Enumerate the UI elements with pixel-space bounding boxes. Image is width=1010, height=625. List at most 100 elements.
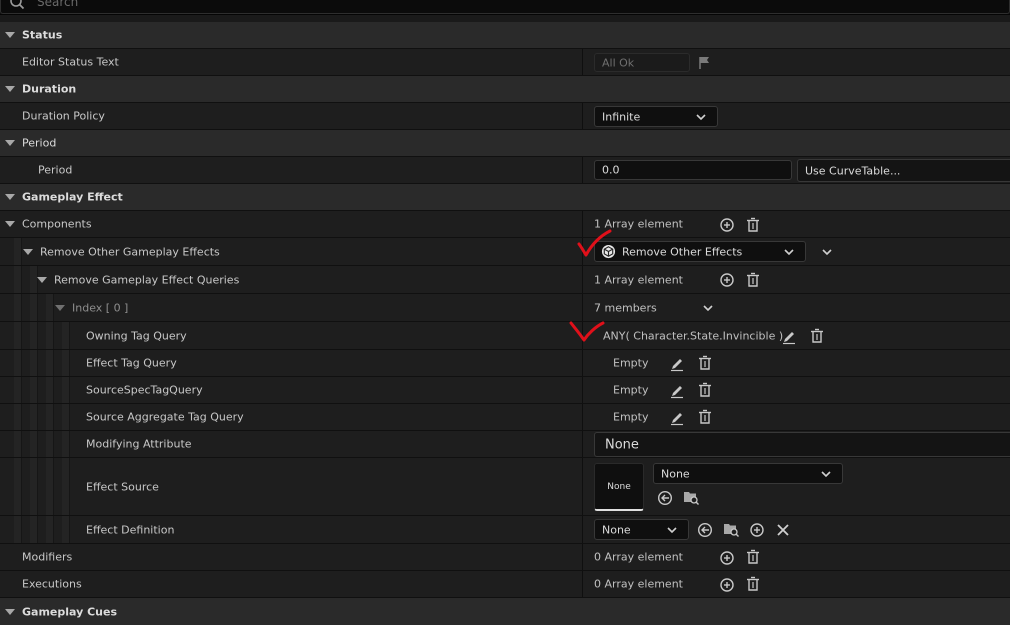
member-count: 7 members — [594, 301, 657, 314]
property-label: Period — [38, 163, 73, 177]
add-icon[interactable] — [719, 550, 735, 566]
property-label: Effect Definition — [86, 523, 175, 536]
effect-source-dropdown[interactable]: None — [653, 463, 843, 484]
component-class-dropdown[interactable]: Remove Other Effects — [594, 241, 806, 262]
category-gameplay-cues[interactable]: Gameplay Cues — [0, 598, 1010, 625]
row-effect-tag-query: Effect Tag Query Empty — [0, 350, 1010, 377]
expand-arrow-icon[interactable] — [37, 276, 47, 283]
duration-policy-dropdown[interactable]: Infinite — [594, 106, 718, 127]
trash-icon[interactable] — [697, 382, 713, 398]
tag-query-value[interactable]: ANY( Character.State.Invincible ) — [603, 329, 783, 342]
property-label: Duration Policy — [22, 109, 105, 123]
collapse-arrow-icon[interactable] — [5, 86, 15, 92]
asset-thumbnail[interactable]: None — [594, 463, 644, 511]
property-label: Effect Tag Query — [86, 356, 177, 370]
clear-icon[interactable] — [775, 522, 791, 538]
row-owning-tag-query: Owning Tag Query ANY( Character.State.In… — [0, 322, 1010, 350]
tag-query-value[interactable]: Empty — [613, 411, 648, 424]
trash-icon[interactable] — [745, 576, 761, 592]
chevron-down-icon — [784, 249, 794, 256]
row-components: Components 1 Array element — [0, 211, 1010, 238]
expand-arrow-icon[interactable] — [23, 248, 33, 255]
property-label: Components — [22, 217, 92, 231]
property-label: Remove Gameplay Effect Queries — [54, 273, 240, 286]
property-label: Executions — [22, 577, 82, 591]
array-count: 0 Array element — [594, 577, 683, 591]
row-remove-other-gameplay-effects: Remove Other Gameplay Effects Remove Oth… — [0, 238, 1010, 266]
search-bar: Search — [0, 0, 1010, 15]
collapse-arrow-icon[interactable] — [5, 140, 15, 146]
find-in-browser-icon[interactable] — [683, 489, 699, 505]
flag-icon[interactable] — [697, 55, 713, 71]
category-label: Status — [22, 28, 63, 42]
row-period: Period 0.0 Use CurveTable... — [0, 157, 1010, 184]
collapse-arrow-icon[interactable] — [5, 32, 15, 38]
chevron-down-icon — [696, 114, 706, 121]
category-period[interactable]: Period — [0, 130, 1010, 157]
expand-options-chevron-icon[interactable] — [821, 246, 833, 258]
find-in-browser-icon[interactable] — [723, 521, 739, 537]
row-remove-gameplay-effect-queries: Remove Gameplay Effect Queries 1 Array e… — [0, 266, 1010, 294]
chevron-down-icon — [667, 527, 677, 534]
row-executions: Executions 0 Array element — [0, 571, 1010, 598]
row-source-spec-tag-query: SourceSpecTagQuery Empty — [0, 377, 1010, 404]
add-icon[interactable] — [719, 217, 735, 233]
category-label: Gameplay Cues — [22, 605, 118, 618]
search-input[interactable]: Search — [0, 0, 1010, 14]
checkmark-annotation — [577, 229, 612, 257]
row-source-aggregate-tag-query: Source Aggregate Tag Query Empty — [0, 404, 1010, 431]
collapse-arrow-icon[interactable] — [5, 194, 15, 200]
period-input[interactable]: 0.0 — [594, 160, 792, 180]
add-icon[interactable] — [749, 522, 765, 538]
category-status[interactable]: Status — [0, 22, 1010, 49]
property-label: Remove Other Gameplay Effects — [40, 245, 220, 258]
property-label: Source Aggregate Tag Query — [86, 410, 244, 424]
row-modifying-attribute: Modifying Attribute None — [0, 431, 1010, 458]
array-count: 0 Array element — [594, 550, 683, 564]
collapse-arrow-icon[interactable] — [5, 608, 15, 615]
category-gameplay-effect[interactable]: Gameplay Effect — [0, 184, 1010, 211]
row-effect-definition: Effect Definition None — [0, 516, 1010, 544]
row-index-0: Index [ 0 ] 7 members — [0, 294, 1010, 322]
trash-icon[interactable] — [809, 328, 825, 344]
search-placeholder: Search — [37, 0, 79, 9]
array-count: 1 Array element — [594, 273, 683, 286]
trash-icon[interactable] — [745, 272, 761, 288]
add-icon[interactable] — [719, 577, 735, 593]
chevron-down-icon — [821, 471, 831, 478]
trash-icon[interactable] — [697, 355, 713, 371]
effect-definition-dropdown[interactable]: None — [594, 519, 689, 540]
checkmark-annotation — [569, 321, 605, 342]
browse-back-icon[interactable] — [657, 490, 673, 506]
tag-query-value[interactable]: Empty — [613, 384, 648, 397]
use-curvetable-button[interactable]: Use CurveTable... — [797, 159, 1010, 182]
category-duration[interactable]: Duration — [0, 76, 1010, 103]
edit-icon[interactable] — [781, 329, 797, 345]
trash-icon[interactable] — [745, 549, 761, 565]
expand-arrow-icon[interactable] — [55, 304, 65, 311]
edit-icon[interactable] — [669, 356, 685, 372]
editor-status-field: All Ok — [594, 53, 690, 72]
row-editor-status-text: Editor Status Text All Ok — [0, 49, 1010, 76]
edit-icon[interactable] — [669, 383, 685, 399]
modifying-attribute-picker[interactable]: None — [594, 432, 1010, 457]
row-duration-policy: Duration Policy Infinite — [0, 103, 1010, 130]
row-modifiers: Modifiers 0 Array element — [0, 544, 1010, 571]
property-label: Modifiers — [22, 550, 73, 564]
property-label: SourceSpecTagQuery — [86, 383, 203, 397]
property-label: Owning Tag Query — [86, 329, 187, 342]
browse-back-icon[interactable] — [697, 522, 713, 538]
property-label: Effect Source — [86, 480, 159, 493]
tag-query-value[interactable]: Empty — [613, 357, 648, 370]
search-icon — [10, 0, 25, 10]
chevron-down-icon[interactable] — [702, 302, 714, 314]
category-label: Gameplay Effect — [22, 190, 123, 204]
trash-icon[interactable] — [697, 409, 713, 425]
expand-arrow-icon[interactable] — [5, 221, 15, 227]
category-label: Duration — [22, 82, 77, 96]
edit-icon[interactable] — [669, 410, 685, 426]
add-icon[interactable] — [719, 272, 735, 288]
row-effect-source: Effect Source None None — [0, 458, 1010, 516]
category-label: Period — [22, 136, 57, 150]
trash-icon[interactable] — [745, 217, 761, 233]
